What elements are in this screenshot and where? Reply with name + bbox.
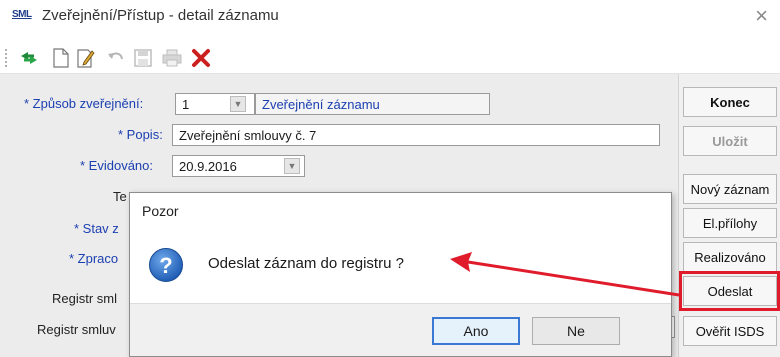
question-icon: ? xyxy=(148,247,184,283)
realizovano-button[interactable]: Realizováno xyxy=(683,242,777,272)
ano-button[interactable]: Ano xyxy=(432,317,520,345)
zpusob-code-value: 1 xyxy=(182,97,190,112)
svg-text:?: ? xyxy=(159,253,172,278)
popis-label: * Popis: xyxy=(118,127,163,142)
zpusob-name-field: Zveřejnění záznamu xyxy=(255,93,490,115)
konec-button[interactable]: Konec xyxy=(683,87,777,117)
evidovano-label: * Evidováno: xyxy=(80,158,153,173)
zpusob-label: * Způsob zveřejnění: xyxy=(24,96,144,111)
ulozit-button[interactable]: Uložit xyxy=(683,126,777,156)
zpracovano-label: * Zpraco xyxy=(69,251,119,266)
print-icon[interactable] xyxy=(160,47,184,69)
save-icon[interactable] xyxy=(131,47,155,69)
zpusob-name-value: Zveřejnění záznamu xyxy=(262,97,380,112)
registr-label-1: Registr sml xyxy=(52,291,118,306)
registr-label-2: Registr smluv xyxy=(37,322,116,337)
el-prilohy-button[interactable]: El.přílohy xyxy=(683,208,777,238)
title-bar: SML Zveřejnění/Přístup - detail záznamu … xyxy=(0,0,780,32)
zpusob-dropdown-icon[interactable]: ▼ xyxy=(230,96,246,112)
edit-document-icon[interactable] xyxy=(74,47,98,69)
dialog-message: Odeslat záznam do registru ? xyxy=(208,255,404,272)
app-logo: SML xyxy=(12,9,32,20)
te-label: Te xyxy=(113,189,127,204)
ne-button[interactable]: Ne xyxy=(532,317,620,345)
close-icon[interactable]: × xyxy=(755,3,768,29)
dialog-footer: Ano Ne xyxy=(130,303,671,356)
refresh-arrows-icon[interactable] xyxy=(17,47,41,69)
new-document-icon[interactable] xyxy=(49,47,73,69)
date-picker-icon[interactable]: ▼ xyxy=(284,158,300,174)
undo-icon[interactable] xyxy=(104,47,128,69)
popis-value: Zveřejnění smlouvy č. 7 xyxy=(179,128,317,143)
evidovano-value: 20.9.2016 xyxy=(179,159,237,174)
overit-isds-button[interactable]: Ověřit ISDS xyxy=(683,316,777,346)
confirm-dialog: Pozor ? Odeslat záznam do registru ? Ano… xyxy=(129,192,672,357)
novy-zaznam-button[interactable]: Nový záznam xyxy=(683,174,777,204)
toolbar xyxy=(0,40,780,74)
popis-field[interactable]: Zveřejnění smlouvy č. 7 xyxy=(172,124,660,146)
toolbar-grip[interactable] xyxy=(5,49,8,67)
odeslat-highlight-box xyxy=(679,271,780,311)
delete-icon[interactable] xyxy=(189,47,213,69)
dialog-title: Pozor xyxy=(142,203,179,219)
stav-label: * Stav z xyxy=(74,221,119,236)
window-title: Zveřejnění/Přístup - detail záznamu xyxy=(42,7,279,24)
